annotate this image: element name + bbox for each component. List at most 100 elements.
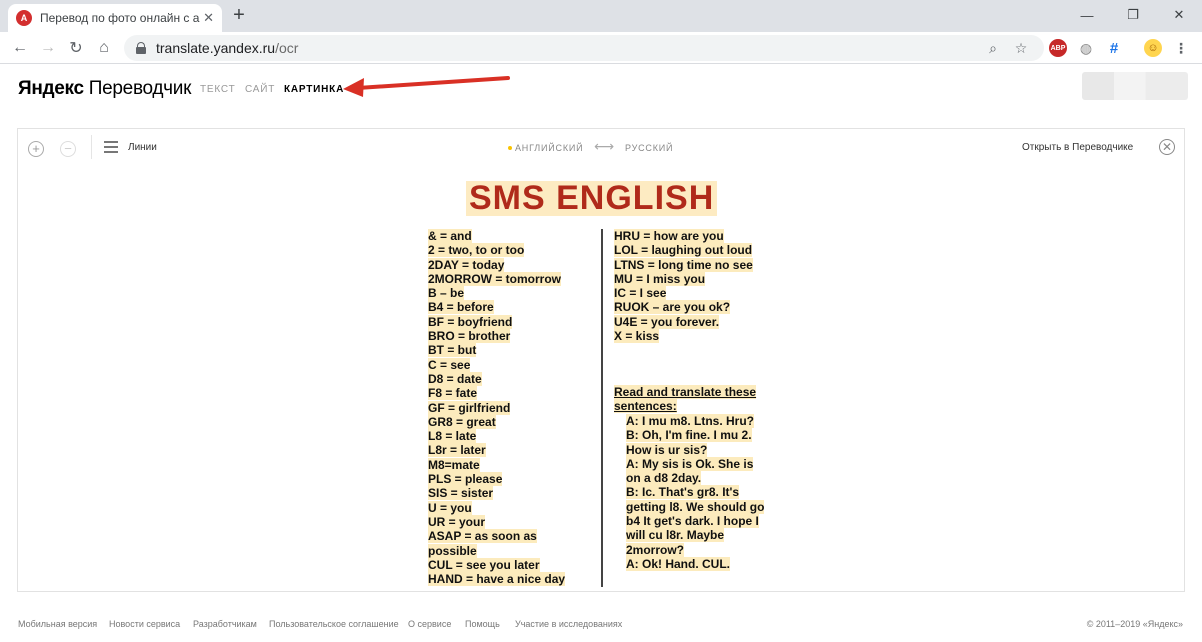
ocr-text-line[interactable]: possible (428, 543, 608, 558)
ocr-text-line[interactable]: BRO = brother (428, 329, 608, 344)
bookmark-star-icon[interactable]: ☆ (1012, 39, 1030, 57)
window-close-button[interactable]: ✕ (1156, 0, 1202, 30)
grid-extension-icon[interactable]: # (1105, 39, 1123, 57)
footer-link-agreement[interactable]: Пользовательское соглашение (269, 619, 399, 629)
ocr-text-line[interactable]: M8=mate (428, 457, 608, 472)
address-bar[interactable]: translate.yandex.ru /ocr ⌕ ☆ (124, 35, 1044, 61)
ocr-text-line[interactable]: 2 = two, to or too (428, 243, 608, 258)
ocr-text: SIS = sister (428, 486, 494, 501)
back-arrow-icon[interactable]: ← (10, 38, 30, 58)
user-account-area[interactable] (1082, 72, 1188, 100)
ocr-text-line[interactable]: B – be (428, 286, 608, 301)
ocr-text: HAND = have a nice day (428, 572, 566, 587)
source-lang-dot-icon (508, 146, 512, 150)
exercise-dialogue: A: I mu m8. Ltns. Hru? B: Oh, I'm fine. I… (626, 414, 776, 571)
yandex-translate-logo[interactable]: Яндекс Переводчик (18, 78, 191, 100)
home-icon[interactable]: ⌂ (94, 38, 114, 58)
exercise-heading-line-1: Read and translate these (614, 385, 757, 399)
globe-extension-icon[interactable]: ◍ (1077, 39, 1095, 57)
url-host: translate.yandex.ru (156, 40, 276, 56)
ocr-text-line[interactable]: BT = but (428, 343, 608, 358)
close-image-icon[interactable]: ✕ (1159, 139, 1175, 155)
ocr-text-line[interactable]: LOL = laughing out loud (614, 243, 794, 258)
footer-link-news[interactable]: Новости сервиса (109, 619, 180, 629)
ocr-text-line[interactable]: UR = your (428, 514, 608, 529)
source-language[interactable]: АНГЛИЙСКИЙ (515, 143, 583, 153)
tab-text[interactable]: ТЕКСТ (200, 84, 236, 95)
ocr-text-line[interactable]: D8 = date (428, 371, 608, 386)
reload-icon[interactable]: ↻ (66, 38, 86, 58)
adblock-plus-icon[interactable]: ABP (1049, 39, 1067, 57)
ocr-text-line[interactable]: 2morrow? (626, 542, 776, 557)
ocr-text: B4 = before (428, 300, 494, 315)
ocr-text: L8r = later (428, 443, 486, 458)
zoom-search-icon[interactable]: ⌕ (984, 39, 1002, 57)
ocr-text-line[interactable]: F8 = fate (428, 386, 608, 401)
ocr-text-line[interactable]: B: Oh, I'm fine. I mu 2. (626, 428, 776, 443)
ocr-text-line[interactable]: will cu l8r. Maybe (626, 528, 776, 543)
browser-toolbar: ← → ↻ ⌂ translate.yandex.ru /ocr ⌕ ☆ ABP… (0, 32, 1202, 64)
ocr-text-line[interactable]: RUOK – are you ok? (614, 300, 794, 315)
ocr-text-line[interactable]: B: Ic. That's gr8. It's (626, 485, 776, 500)
tab-site[interactable]: САЙТ (245, 84, 275, 95)
ocr-text-line[interactable]: U4E = you forever. (614, 314, 794, 329)
footer-link-about[interactable]: О сервисе (408, 619, 451, 629)
ocr-text-line[interactable]: 2DAY = today (428, 257, 608, 272)
ocr-text: B: Ic. That's gr8. It's (626, 485, 740, 500)
ocr-text-line[interactable]: LTNS = long time no see (614, 257, 794, 272)
ocr-text-line[interactable]: 2MORROW = tomorrow (428, 271, 608, 286)
browser-menu-icon[interactable]: ⋮ (1172, 39, 1190, 57)
ocr-text: GF = girlfriend (428, 400, 511, 415)
ocr-text-line[interactable]: A: Ok! Hand. CUL. (626, 556, 776, 571)
footer-link-help[interactable]: Помощь (465, 619, 500, 629)
ocr-text-line[interactable]: & = and (428, 229, 608, 243)
exercise-heading[interactable]: Read and translate these sentences: (614, 385, 794, 414)
ocr-text-line[interactable]: on a d8 2day. (626, 471, 776, 486)
ocr-text-line[interactable]: How is ur sis? (626, 442, 776, 457)
ocr-text-line[interactable]: A: My sis is Ok. She is (626, 456, 776, 471)
ocr-text-line[interactable]: GF = girlfriend (428, 400, 608, 415)
ocr-text-line[interactable]: SIS = sister (428, 486, 608, 501)
lines-toggle[interactable]: Линии (104, 141, 157, 153)
zoom-in-icon[interactable]: + (28, 141, 44, 157)
profile-avatar-icon[interactable]: ☺ (1144, 39, 1162, 57)
zoom-out-icon[interactable]: − (60, 141, 76, 157)
browser-tab[interactable]: A Перевод по фото онлайн с англ ✕ (8, 4, 222, 32)
ocr-text-line[interactable]: CUL = see you later (428, 557, 608, 572)
minimize-button[interactable]: — (1064, 0, 1110, 30)
ocr-text-line[interactable]: U = you (428, 500, 608, 515)
url-path: /ocr (275, 40, 299, 56)
footer-link-mobile[interactable]: Мобильная версия (18, 619, 97, 629)
ocr-text-line[interactable]: X = kiss (614, 329, 794, 344)
swap-languages-icon[interactable]: ⟷ (594, 138, 614, 155)
footer-link-developers[interactable]: Разработчикам (193, 619, 257, 629)
ocr-text-line[interactable]: PLS = please (428, 472, 608, 487)
tab-close-icon[interactable]: ✕ (203, 10, 214, 26)
ocr-text-line[interactable]: B4 = before (428, 300, 608, 315)
target-language[interactable]: РУССКИЙ (625, 143, 673, 153)
footer-link-research[interactable]: Участие в исследованиях (515, 619, 622, 629)
ocr-text-line[interactable]: getting l8. We should go (626, 499, 776, 514)
browser-tabstrip: A Перевод по фото онлайн с англ ✕ + — ❐ … (0, 0, 1202, 32)
ocr-text-line[interactable]: A: I mu m8. Ltns. Hru? (626, 414, 776, 428)
ocr-text: A: Ok! Hand. CUL. (626, 556, 730, 571)
new-tab-button[interactable]: + (229, 5, 249, 26)
forward-arrow-icon[interactable]: → (38, 38, 58, 58)
ocr-text-line[interactable]: HRU = how are you (614, 229, 794, 243)
ocr-text-line[interactable]: ASAP = as soon as (428, 529, 608, 544)
ocr-text-line[interactable]: L8r = later (428, 443, 608, 458)
ocr-text-line[interactable]: GR8 = great (428, 414, 608, 429)
ocr-text-line[interactable]: L8 = late (428, 429, 608, 444)
ocr-text-line[interactable]: C = see (428, 357, 608, 372)
restore-button[interactable]: ❐ (1110, 0, 1156, 30)
ocr-text-line[interactable]: b4 It get's dark. I hope I (626, 514, 776, 529)
lines-icon (104, 141, 118, 153)
ocr-text-line[interactable]: IC = I see (614, 286, 794, 301)
open-in-translator-link[interactable]: Открыть в Переводчике (1022, 142, 1133, 153)
ocr-text: X = kiss (614, 329, 660, 344)
tab-image[interactable]: КАРТИНКА (284, 84, 344, 95)
ocr-text-line[interactable]: MU = I miss you (614, 271, 794, 286)
ocr-text-line[interactable]: HAND = have a nice day (428, 572, 608, 587)
ocr-text-line[interactable]: BF = boyfriend (428, 314, 608, 329)
ocr-text: U4E = you forever. (614, 314, 720, 329)
